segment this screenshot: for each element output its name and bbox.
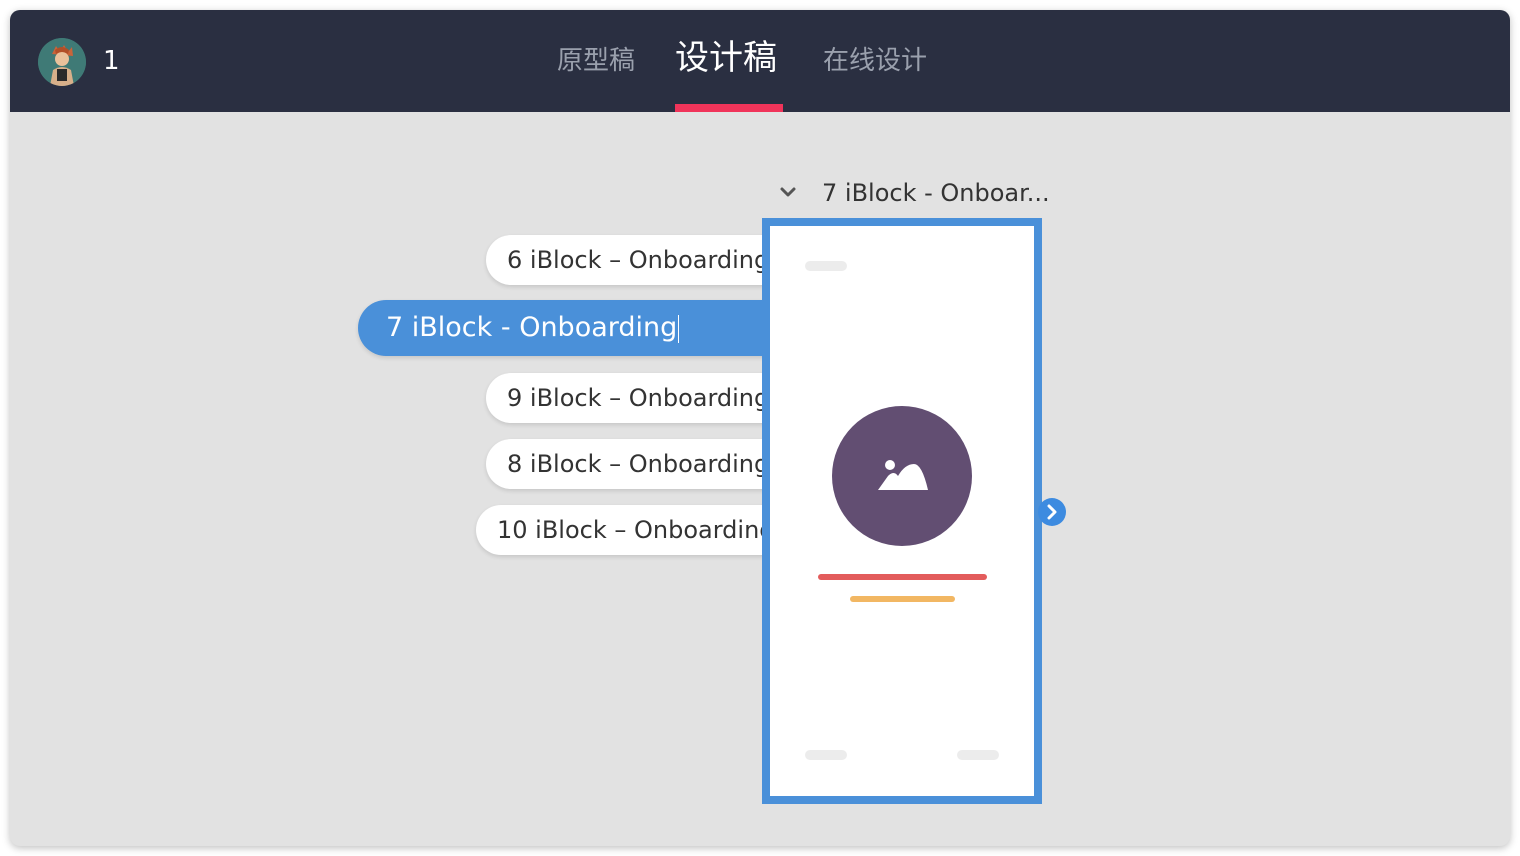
top-bar: 1 原型稿 设计稿 在线设计 (10, 10, 1510, 112)
page-name-input[interactable]: 7 iBlock - Onboarding (386, 312, 677, 343)
image-placeholder-icon (878, 460, 928, 490)
page-item-6[interactable]: 6 iBlock – Onboarding (486, 235, 769, 285)
preview-canvas (770, 226, 1034, 796)
chevron-right-icon (1047, 504, 1057, 520)
tab-online-design[interactable]: 在线设计 (823, 44, 927, 78)
text-cursor (678, 314, 680, 343)
skeleton-bottom-left (805, 750, 847, 760)
page-item-8[interactable]: 8 iBlock – Onboarding (486, 439, 769, 489)
skeleton-top (805, 261, 847, 271)
user-name: 1 (103, 46, 120, 76)
page-item-7-editing[interactable]: 7 iBlock - Onboarding (358, 300, 766, 356)
avatar-image (38, 38, 86, 86)
page-item-10[interactable]: 10 iBlock – Onboarding (476, 505, 775, 555)
app-window: 1 原型稿 设计稿 在线设计 7 iBlock - Onboar... 6 iB… (10, 10, 1510, 846)
image-placeholder (832, 406, 972, 546)
tab-prototype[interactable]: 原型稿 (557, 44, 635, 78)
chevron-down-icon[interactable] (778, 182, 798, 202)
tab-design[interactable]: 设计稿 (675, 38, 777, 78)
user-avatar[interactable] (38, 38, 86, 86)
current-page-title: 7 iBlock - Onboar... (822, 179, 1050, 207)
page-preview[interactable] (762, 218, 1042, 804)
title-line (818, 574, 987, 580)
page-item-9[interactable]: 9 iBlock – Onboarding (486, 373, 769, 423)
next-page-button[interactable] (1038, 498, 1066, 526)
active-tab-indicator (675, 104, 783, 112)
skeleton-bottom-right (957, 750, 999, 760)
subtitle-line (850, 596, 955, 602)
